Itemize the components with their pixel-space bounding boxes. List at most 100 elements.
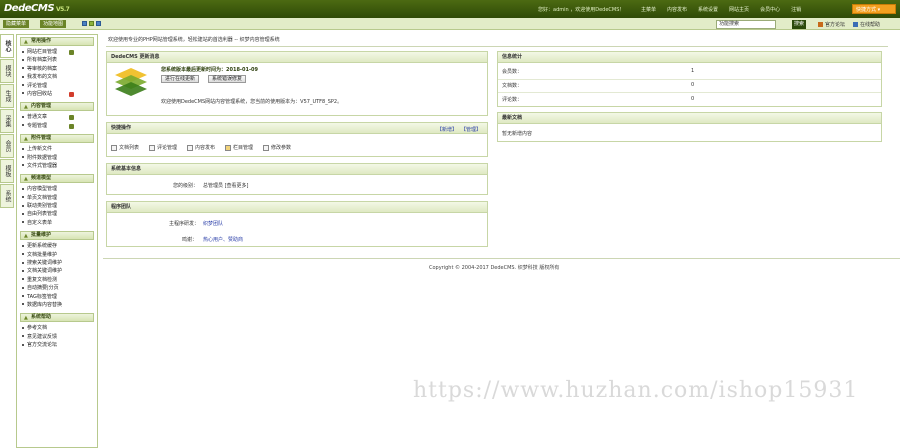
nav-member-center[interactable]: 会员中心 [760, 6, 780, 13]
top-bar: DedeCMS V5.7 您好：admin ，欢迎使用DedeCMS！ 主菜单 内… [0, 0, 900, 18]
search-button[interactable]: 搜索 [792, 20, 806, 29]
sidebar-item[interactable]: 联动类别管理 [17, 202, 97, 210]
panel-title: DedeCMS 更新消息 [107, 52, 487, 63]
vtab-core[interactable]: 核心 [0, 34, 14, 58]
update-panel: DedeCMS 更新消息 您系统版本最后更新时间为：2018-01-09 进行在… [106, 51, 488, 116]
sidebar-group-common: ▲ 常用操作 网站栏目管理 所有档案列表 等审核的档案 我发布的文档 评论管理 内… [17, 37, 97, 98]
nav-main-menu[interactable]: 主菜单 [641, 6, 656, 13]
quick-content-publish[interactable]: 内容发布 [187, 144, 215, 151]
quick-menu-dropdown[interactable]: 快捷方式 ▾ [852, 4, 896, 14]
vtab-template[interactable]: 模板 [0, 159, 14, 183]
thanks-label: 鸣谢： [182, 237, 198, 243]
sidebar-group-channel: ▲ 频道模型 内容模型管理 单页文档管理 联动类别管理 自由列表管理 自定义表单 [17, 174, 97, 227]
layout-icon-2[interactable] [89, 21, 94, 26]
sidebar-item[interactable]: 内容模型管理 [17, 185, 97, 193]
sidebar: ▲ 常用操作 网站栏目管理 所有档案列表 等审核的档案 我发布的文档 评论管理 内… [16, 34, 98, 448]
welcome-message: 欢迎使用DedeCMS网站内容管理系统，您当前的使用版本为：V57_UTF8_S… [161, 99, 343, 105]
add-icon[interactable] [69, 115, 74, 121]
online-update-button[interactable]: 进行在线更新 [161, 75, 200, 83]
online-help-link[interactable]: 在线帮助 [853, 21, 880, 28]
layers-icon [115, 68, 147, 96]
collapse-icon: ▲ [24, 315, 28, 322]
sidebar-item[interactable]: 重复文档检测 [17, 276, 97, 284]
sidebar-item[interactable]: 附件数据管理 [17, 154, 97, 162]
sidebar-item[interactable]: 所有档案列表 [17, 56, 97, 64]
sidebar-group-header[interactable]: ▲ 系统帮助 [20, 313, 94, 323]
sidebar-item[interactable]: TAG标签管理 [17, 293, 97, 301]
logo: DedeCMS V5.7 [4, 3, 70, 14]
team-value[interactable]: 织梦团队 [203, 220, 223, 227]
divider [498, 92, 881, 93]
official-forum-link[interactable]: 官方论坛 [818, 21, 845, 28]
nav-content-publish[interactable]: 内容发布 [667, 6, 687, 13]
sidebar-item[interactable]: 我发布的文档 [17, 73, 97, 81]
user-level-value[interactable]: 总管理员 [查看更多] [203, 182, 249, 189]
quick-add-link[interactable]: 【新增】 [437, 126, 457, 133]
quick-comment-manage[interactable]: 评论管理 [149, 144, 177, 151]
sidebar-group-attachments: ▲ 附件管理 上传新文件 附件数据管理 文件式管理器 [17, 134, 97, 170]
sidebar-group-header[interactable]: ▲ 频道模型 [20, 174, 94, 184]
sidebar-item[interactable]: 更新系统缓存 [17, 242, 97, 250]
sidebar-group-header[interactable]: ▲ 附件管理 [20, 134, 94, 144]
sidebar-item[interactable]: 专题管理 [17, 122, 97, 130]
sidebar-item[interactable]: 官方交流论坛 [17, 341, 97, 349]
quick-manage-link[interactable]: 【管理】 [461, 126, 481, 133]
recycle-icon[interactable] [69, 91, 74, 97]
sidebar-item[interactable]: 文档关键词维护 [17, 267, 97, 275]
sidebar-item[interactable]: 自定义表单 [17, 219, 97, 227]
vtab-member[interactable]: 会员 [0, 134, 14, 158]
sidebar-item[interactable]: 文件式管理器 [17, 162, 97, 170]
panel-title: 最新文档 [498, 113, 881, 124]
sidebar-item[interactable]: 自动摘要|分页 [17, 284, 97, 292]
add-icon[interactable] [69, 123, 74, 129]
layout-icon-3[interactable] [96, 21, 101, 26]
category-icon [225, 144, 231, 151]
sidebar-item[interactable]: 自由列表管理 [17, 210, 97, 218]
empty-message: 暂无新增内容 [502, 131, 533, 137]
sidebar-item[interactable]: 参考文档 [17, 324, 97, 332]
latest-docs-panel: 最新文档 暂无新增内容 [497, 112, 882, 142]
thanks-value[interactable]: 热心用户、赞助商 [203, 236, 243, 243]
stat-value: 0 [691, 82, 695, 88]
quick-edit-params[interactable]: 修改参数 [263, 144, 291, 151]
vtab-collect[interactable]: 采集 [0, 109, 14, 133]
sidebar-item[interactable]: 意见建议反馈 [17, 333, 97, 341]
add-icon[interactable] [69, 50, 74, 55]
stat-label: 文档数： [502, 83, 523, 89]
function-search-input[interactable]: 功能搜索 [716, 20, 776, 29]
footer-divider [103, 258, 900, 259]
nav-site-home[interactable]: 网站主页 [729, 6, 749, 13]
nav-system-settings[interactable]: 系统设置 [698, 6, 718, 13]
stat-value: 0 [691, 96, 695, 102]
panel-title: 信息统计 [498, 52, 881, 63]
team-panel: 程序团队 主程序研发： 织梦团队 鸣谢： 热心用户、赞助商 [106, 201, 488, 247]
vtab-generate[interactable]: 生成 [0, 84, 14, 108]
sidebar-item[interactable]: 文档批量维护 [17, 251, 97, 259]
collapse-icon: ▲ [24, 104, 28, 111]
layout-icon-1[interactable] [82, 21, 87, 26]
sidebar-item[interactable]: 上传新文件 [17, 145, 97, 153]
panel-title: 程序团队 [107, 202, 487, 213]
sidebar-group-content: ▲ 内容管理 普通文章 专题管理 [17, 102, 97, 130]
sidebar-item[interactable]: 数据库内容替换 [17, 301, 97, 309]
sidebar-item[interactable]: 等审核的档案 [17, 65, 97, 73]
sidebar-group-header[interactable]: ▲ 常用操作 [20, 37, 94, 46]
quick-category-manage[interactable]: 栏目管理 [225, 144, 253, 151]
vtab-modules[interactable]: 模块 [0, 59, 14, 83]
vtab-system[interactable]: 系统 [0, 184, 14, 208]
nav-logout[interactable]: 注销 [791, 6, 801, 13]
system-repair-button[interactable]: 系统错误修复 [208, 75, 247, 83]
sidebar-group-header[interactable]: ▲ 批量维护 [20, 231, 94, 241]
sidebar-item[interactable]: 内容回收站 [17, 90, 97, 98]
quick-actions-panel: 快捷操作 【新增】 【管理】 文档列表 评论管理 内容发布 栏目管理 修改参数 [106, 122, 488, 157]
hide-menu-tab[interactable]: 隐藏菜单 [3, 20, 30, 28]
quick-doc-list[interactable]: 文档列表 [111, 144, 139, 151]
sidebar-item[interactable]: 普通文章 [17, 113, 97, 121]
sidebar-group-header[interactable]: ▲ 内容管理 [20, 102, 94, 112]
function-map-tab[interactable]: 功能地图 [40, 20, 67, 28]
sidebar-item[interactable]: 评论管理 [17, 82, 97, 90]
sidebar-item[interactable]: 网站栏目管理 [17, 48, 97, 56]
collapse-icon: ▲ [24, 233, 28, 240]
sidebar-item[interactable]: 单页文档管理 [17, 194, 97, 202]
sidebar-item[interactable]: 搜索关键词维护 [17, 259, 97, 267]
